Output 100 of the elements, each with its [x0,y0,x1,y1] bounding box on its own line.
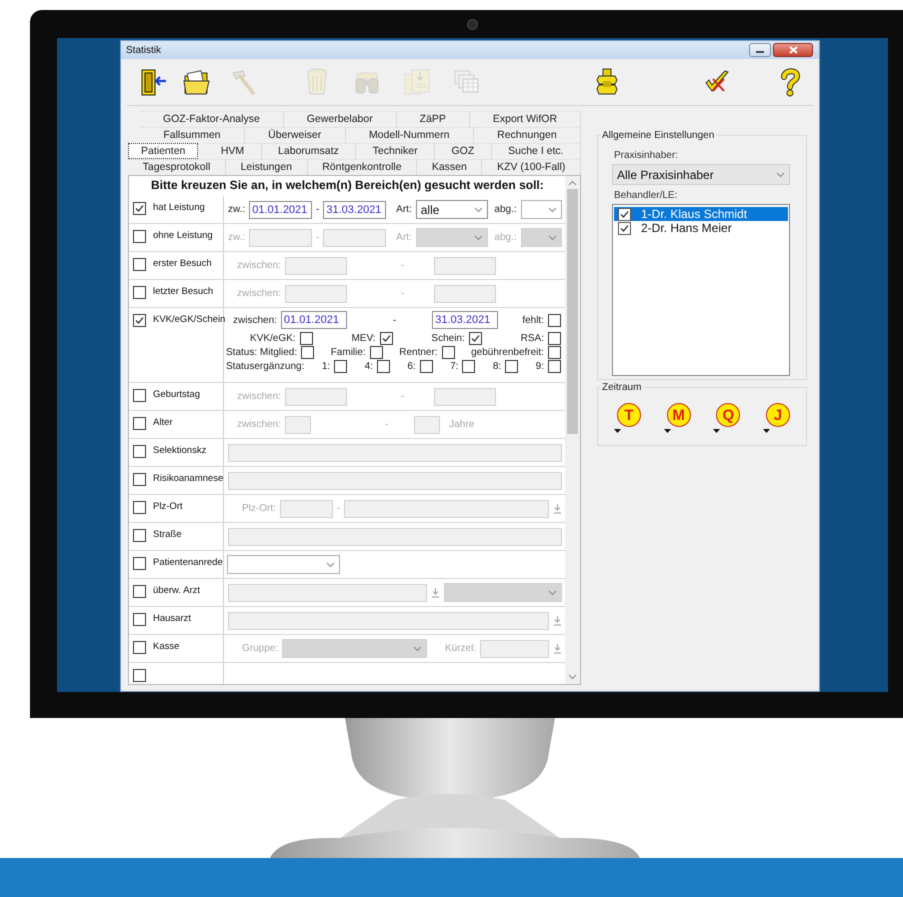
tab[interactable]: Gewerbelabor [284,111,397,127]
input-field[interactable]: 01.01.2021 [249,200,312,218]
input-field[interactable] [284,388,347,406]
input-field[interactable] [414,416,440,434]
criterion-label: Plz-Ort [153,501,183,513]
scrollbar-thumb[interactable] [567,189,578,434]
checkbox[interactable] [133,613,146,626]
checkbox[interactable] [468,332,482,345]
tab[interactable]: Patienten [128,143,198,159]
dropdown-arrow-icon[interactable] [713,429,720,433]
checkbox[interactable] [334,360,348,373]
tab[interactable]: HVM [204,143,262,159]
input-field[interactable] [228,528,562,546]
field-label: gebührenbefreit: [471,347,544,358]
checkbox[interactable] [548,360,561,373]
checkbox[interactable] [548,314,561,326]
field-label: - [384,419,388,430]
field-label: 9: [536,361,544,372]
input-field[interactable] [284,284,347,302]
input-field[interactable] [284,256,347,274]
tab[interactable]: Techniker [356,143,436,159]
dropdown-arrow-icon[interactable] [664,429,671,433]
field-label: 8: [492,361,502,372]
checkbox[interactable] [133,314,146,327]
input-field[interactable] [323,228,386,246]
minimize-button[interactable] [749,43,771,57]
checkbox[interactable] [301,346,314,359]
checkbox[interactable] [420,360,433,373]
criterion-label: Selektionskz [153,445,206,457]
field-label: abg.: [494,204,517,215]
tab[interactable]: GOZ [435,143,492,159]
input-field[interactable] [228,612,549,630]
criterion-label: Risikoanamnese [153,473,224,485]
checkbox[interactable] [133,445,146,458]
chevron-up-icon [568,180,577,186]
input-field[interactable]: 01.01.2021 [280,311,347,329]
period-button[interactable]: M [666,403,691,427]
tab[interactable]: Überweiser [244,127,346,143]
tab[interactable]: Export WifOR [470,111,582,127]
input-field[interactable] [434,284,496,302]
checkbox[interactable] [133,473,146,486]
field-label: - [316,204,320,215]
input-field[interactable] [344,500,549,518]
checkbox[interactable] [300,332,313,345]
checkbox[interactable] [618,222,631,234]
dropdown[interactable]: Alle Praxisinhaber [612,164,790,185]
scrollbar[interactable] [565,176,580,684]
checkbox[interactable] [442,346,455,359]
tab[interactable]: GOZ-Faktor-Analyse [140,111,284,127]
dropdown-arrow-icon[interactable] [762,429,770,433]
field-label: - [336,503,340,514]
field-label: Kürzel: [444,643,476,654]
field-label: zwischen: [237,288,281,299]
checkbox[interactable] [133,585,146,598]
tab[interactable]: Laborumsatz [262,143,356,159]
period-button[interactable]: Q [716,403,740,427]
list-item[interactable]: 1-Dr. Klaus Schmidt [614,207,788,221]
list-item[interactable]: 2-Dr. Hans Meier [614,221,788,235]
criterion-label: Straße [153,529,182,541]
checkbox[interactable] [133,557,146,570]
input-field[interactable] [434,256,496,274]
checkbox[interactable] [133,529,146,542]
input-field[interactable]: 31.03.2021 [432,311,498,329]
period-button[interactable]: T [617,403,641,427]
tab[interactable]: Modell-Nummern [346,127,474,143]
tab[interactable]: Rechnungen [474,127,582,143]
checkbox[interactable] [376,360,390,373]
input-field[interactable] [280,500,333,518]
dropdown[interactable]: alle [416,200,488,219]
checkbox[interactable] [133,669,146,682]
input-field[interactable] [284,416,311,434]
checkbox[interactable] [462,360,476,373]
chevron-down-icon [474,234,484,240]
checkbox[interactable] [618,208,631,220]
input-field[interactable] [228,444,562,462]
dropdown-arrow-icon[interactable] [614,429,621,433]
tab[interactable]: Suche I etc. [492,143,582,159]
tab[interactable]: ZäPP [396,111,470,127]
field-label: Statusergänzung: [226,361,304,372]
input-field[interactable] [228,472,562,490]
checkbox[interactable] [370,346,383,359]
criterion-label: Alter [153,417,173,429]
input-field[interactable] [249,228,312,246]
field-label: zwischen: [237,391,281,402]
input-field[interactable] [434,388,496,406]
checkbox[interactable] [380,332,393,345]
arrow-down-icon [553,615,562,626]
checkbox[interactable] [505,360,518,373]
checkbox[interactable] [548,332,561,345]
input-field[interactable] [228,584,427,602]
field-label: Gruppe: [242,643,278,654]
checkbox[interactable] [548,346,561,359]
close-button[interactable] [773,43,813,57]
checkbox[interactable] [133,202,146,215]
input-field[interactable] [480,640,550,658]
chevron-down-icon [474,206,484,212]
folder-icon[interactable] [182,67,212,97]
input-field[interactable]: 31.03.2021 [323,200,386,218]
period-button[interactable]: J [766,403,790,427]
criterion-label: Geburtstag [153,389,200,401]
